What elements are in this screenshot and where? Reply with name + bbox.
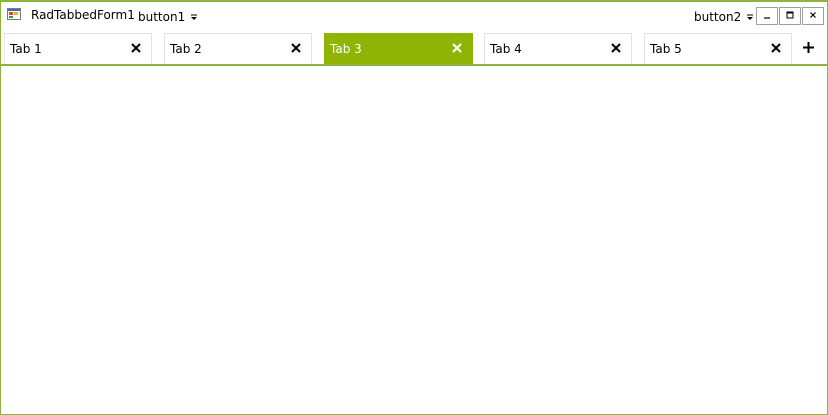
quick-access-button2[interactable]: button2 <box>694 7 754 27</box>
tab-close-icon[interactable] <box>290 42 302 54</box>
tab-close-icon[interactable] <box>770 42 782 54</box>
tab-label: Tab 1 <box>10 42 42 56</box>
tab-label: Tab 2 <box>170 42 202 56</box>
tab-4[interactable]: Tab 4 <box>484 33 632 64</box>
quick-access-button1[interactable]: button1 <box>138 7 198 27</box>
tab-label: Tab 3 <box>330 42 362 56</box>
tab-2[interactable]: Tab 2 <box>164 33 312 64</box>
windows-form-icon <box>7 8 21 20</box>
window-title: RadTabbedForm1 <box>31 8 135 22</box>
tab-close-icon[interactable] <box>451 42 463 54</box>
window: RadTabbedForm1 button1 button2 Tab 1 Tab… <box>0 0 828 415</box>
minimize-button[interactable] <box>756 7 778 25</box>
tab-close-icon[interactable] <box>130 42 142 54</box>
tab-close-icon[interactable] <box>610 42 622 54</box>
dropdown-arrow-icon <box>746 13 754 21</box>
plus-icon[interactable] <box>802 41 815 54</box>
title-bar[interactable]: RadTabbedForm1 button1 button2 <box>1 2 827 32</box>
maximize-icon <box>785 9 795 23</box>
tab-label: Tab 4 <box>490 42 522 56</box>
tab-1[interactable]: Tab 1 <box>4 33 152 64</box>
close-window-button[interactable] <box>802 7 824 25</box>
close-icon <box>808 9 818 23</box>
tab-5[interactable]: Tab 5 <box>644 33 792 64</box>
quick-access-button1-label: button1 <box>138 10 186 24</box>
minimize-icon <box>762 9 772 23</box>
quick-access-button2-label: button2 <box>694 10 742 24</box>
tab-label: Tab 5 <box>650 42 682 56</box>
tab-3[interactable]: Tab 3 <box>324 33 473 64</box>
tab-strip: Tab 1 Tab 2 Tab 3 Tab 4 Tab 5 <box>1 32 827 66</box>
maximize-button[interactable] <box>779 7 801 25</box>
tab-content-area <box>1 66 827 414</box>
dropdown-arrow-icon <box>190 13 198 21</box>
